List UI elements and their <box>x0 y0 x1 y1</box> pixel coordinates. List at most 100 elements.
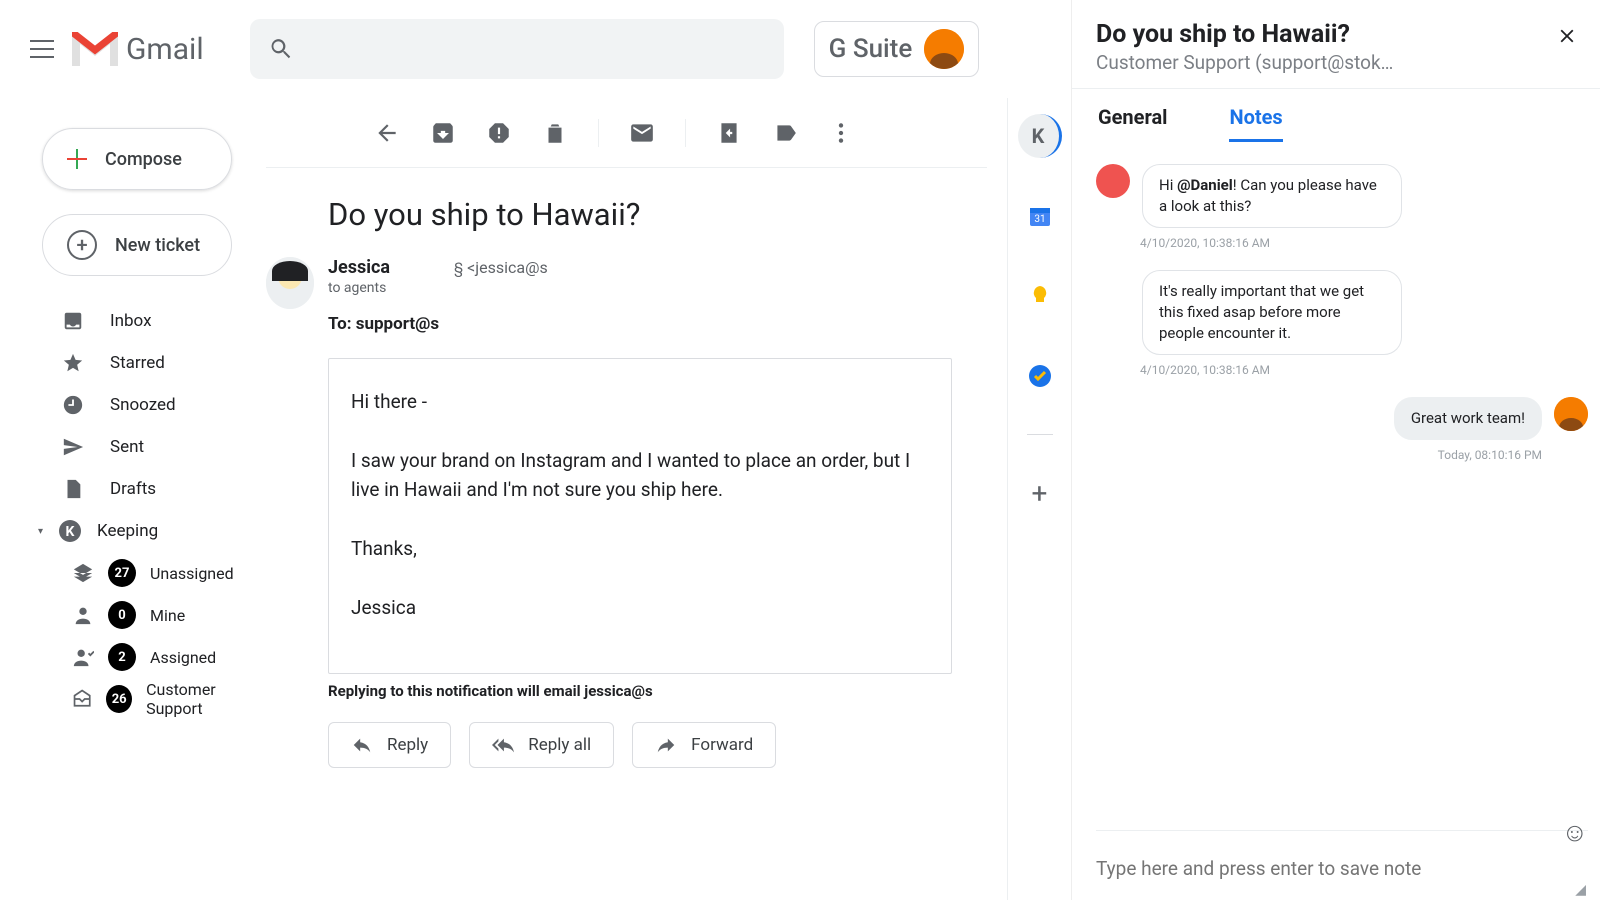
left-nav: Compose + New ticket Inbox Starred Snooz… <box>0 98 266 900</box>
note-input[interactable] <box>1096 849 1588 888</box>
note-bubble: Great work team! <box>1394 397 1542 440</box>
note-timestamp: 4/10/2020, 10:38:16 AM <box>1140 363 1588 377</box>
keeping-label: Keeping <box>97 521 158 541</box>
nav-label: Sent <box>110 437 144 457</box>
note-item: Great work team! <box>1096 397 1588 440</box>
person-icon <box>72 604 94 626</box>
keeping-panel: Do you ship to Hawaii? Customer Support … <box>1072 0 1600 900</box>
label-icon[interactable] <box>772 120 798 146</box>
sender-email-fragment: <jessica@s <box>467 258 548 277</box>
close-button[interactable] <box>1546 20 1588 58</box>
more-icon[interactable] <box>828 120 854 146</box>
count-badge: 0 <box>108 601 136 629</box>
nav-drafts[interactable]: Drafts <box>0 468 266 510</box>
panel-title: Do you ship to Hawaii? <box>1096 20 1393 49</box>
message-body: Hi there - I saw your brand on Instagram… <box>328 358 952 674</box>
note-bubble: It's really important that we get this f… <box>1142 270 1402 355</box>
mail-content: Do you ship to Hawaii? Jessica § <jessic… <box>266 98 1007 900</box>
calendar-icon: 31 <box>1028 204 1052 228</box>
plus-circle-icon: + <box>67 230 97 260</box>
layers-icon <box>72 562 94 584</box>
svg-text:31: 31 <box>1034 214 1045 225</box>
send-icon <box>62 436 84 458</box>
delete-icon[interactable] <box>542 120 568 146</box>
menu-button[interactable] <box>18 25 66 73</box>
nav-inbox[interactable]: Inbox <box>0 300 266 342</box>
tab-general[interactable]: General <box>1098 105 1167 142</box>
sub-unassigned[interactable]: 27 Unassigned <box>0 552 266 594</box>
addon-keeping[interactable]: K <box>1018 114 1062 158</box>
note-avatar <box>1096 164 1130 198</box>
close-icon <box>1556 25 1578 47</box>
forward-icon <box>655 734 677 756</box>
menu-icon <box>30 40 54 58</box>
reply-all-icon <box>492 734 514 756</box>
panel-subtitle: Customer Support (support@stok… <box>1096 51 1393 74</box>
note-item: Hi @Daniel! Can you please have a look a… <box>1096 164 1588 228</box>
compose-label: Compose <box>105 149 182 170</box>
addon-keep[interactable] <box>1018 274 1062 318</box>
compose-button[interactable]: Compose <box>42 128 232 190</box>
nav-label: Snoozed <box>110 395 176 415</box>
back-icon[interactable] <box>374 120 400 146</box>
resize-handle[interactable]: ◢ <box>1575 882 1586 898</box>
note-timestamp: Today, 08:10:16 PM <box>1096 448 1542 462</box>
nav-starred[interactable]: Starred <box>0 342 266 384</box>
to-field: To: support@s <box>328 314 987 334</box>
note-avatar <box>1554 397 1588 431</box>
keeping-icon: K <box>59 520 81 542</box>
note-bubble: Hi @Daniel! Can you please have a look a… <box>1142 164 1402 228</box>
forward-button[interactable]: Forward <box>632 722 776 768</box>
archive-icon[interactable] <box>430 120 456 146</box>
addons-rail: K 31 + <box>1007 98 1071 900</box>
new-ticket-label: New ticket <box>115 235 200 256</box>
gsuite-label: G Suite <box>829 34 913 64</box>
chevron-down-icon: ▾ <box>38 526 43 537</box>
account-avatar[interactable] <box>924 29 964 69</box>
nav-sent[interactable]: Sent <box>0 426 266 468</box>
addon-get-addons[interactable]: + <box>1018 471 1062 515</box>
gmail-app: Gmail G Suite Compose + New ticket Inbox <box>0 0 1072 900</box>
addon-tasks[interactable] <box>1018 354 1062 398</box>
tasks-icon <box>1028 364 1052 388</box>
sub-customer-support[interactable]: 26 Customer Support <box>0 678 266 720</box>
note-input-area: ☺ ◢ <box>1096 830 1588 900</box>
mail-subject: Do you ship to Hawaii? <box>266 168 987 257</box>
reply-hint: Replying to this notification will email… <box>328 682 987 700</box>
sub-label: Customer Support <box>146 680 266 718</box>
reply-all-button[interactable]: Reply all <box>469 722 614 768</box>
gmail-logo-text: Gmail <box>126 32 204 67</box>
mark-unread-icon[interactable] <box>629 120 655 146</box>
gsuite-badge[interactable]: G Suite <box>814 21 980 77</box>
mail-toolbar <box>266 98 987 168</box>
addon-calendar[interactable]: 31 <box>1018 194 1062 238</box>
nav-snoozed[interactable]: Snoozed <box>0 384 266 426</box>
tab-notes[interactable]: Notes <box>1229 105 1282 142</box>
nav-keeping[interactable]: ▾ K Keeping <box>0 510 266 552</box>
emoji-button[interactable]: ☺ <box>1561 817 1588 848</box>
gmail-logo[interactable]: Gmail <box>72 32 204 67</box>
sender-name: Jessica <box>328 257 390 278</box>
topbar: Gmail G Suite <box>0 0 1071 98</box>
nav-label: Inbox <box>110 311 152 331</box>
sub-assigned[interactable]: 2 Assigned <box>0 636 266 678</box>
move-to-icon[interactable] <box>716 120 742 146</box>
nav-label: Drafts <box>110 479 156 499</box>
main-area: Compose + New ticket Inbox Starred Snooz… <box>0 98 1071 900</box>
inbox-icon <box>62 310 84 332</box>
keep-icon <box>1028 284 1052 308</box>
note-item: It's really important that we get this f… <box>1096 270 1588 355</box>
count-badge: 2 <box>108 643 136 671</box>
sender-avatar[interactable] <box>266 257 314 309</box>
reply-actions: Reply Reply all Forward <box>328 722 987 768</box>
spam-icon[interactable] <box>486 120 512 146</box>
gmail-m-icon <box>72 32 118 66</box>
new-ticket-button[interactable]: + New ticket <box>42 214 232 276</box>
reply-button[interactable]: Reply <box>328 722 451 768</box>
search-bar[interactable] <box>250 19 784 79</box>
file-icon <box>62 478 84 500</box>
star-icon <box>62 352 84 374</box>
sub-mine[interactable]: 0 Mine <box>0 594 266 636</box>
nav-label: Starred <box>110 353 165 373</box>
person-check-icon <box>72 646 94 668</box>
